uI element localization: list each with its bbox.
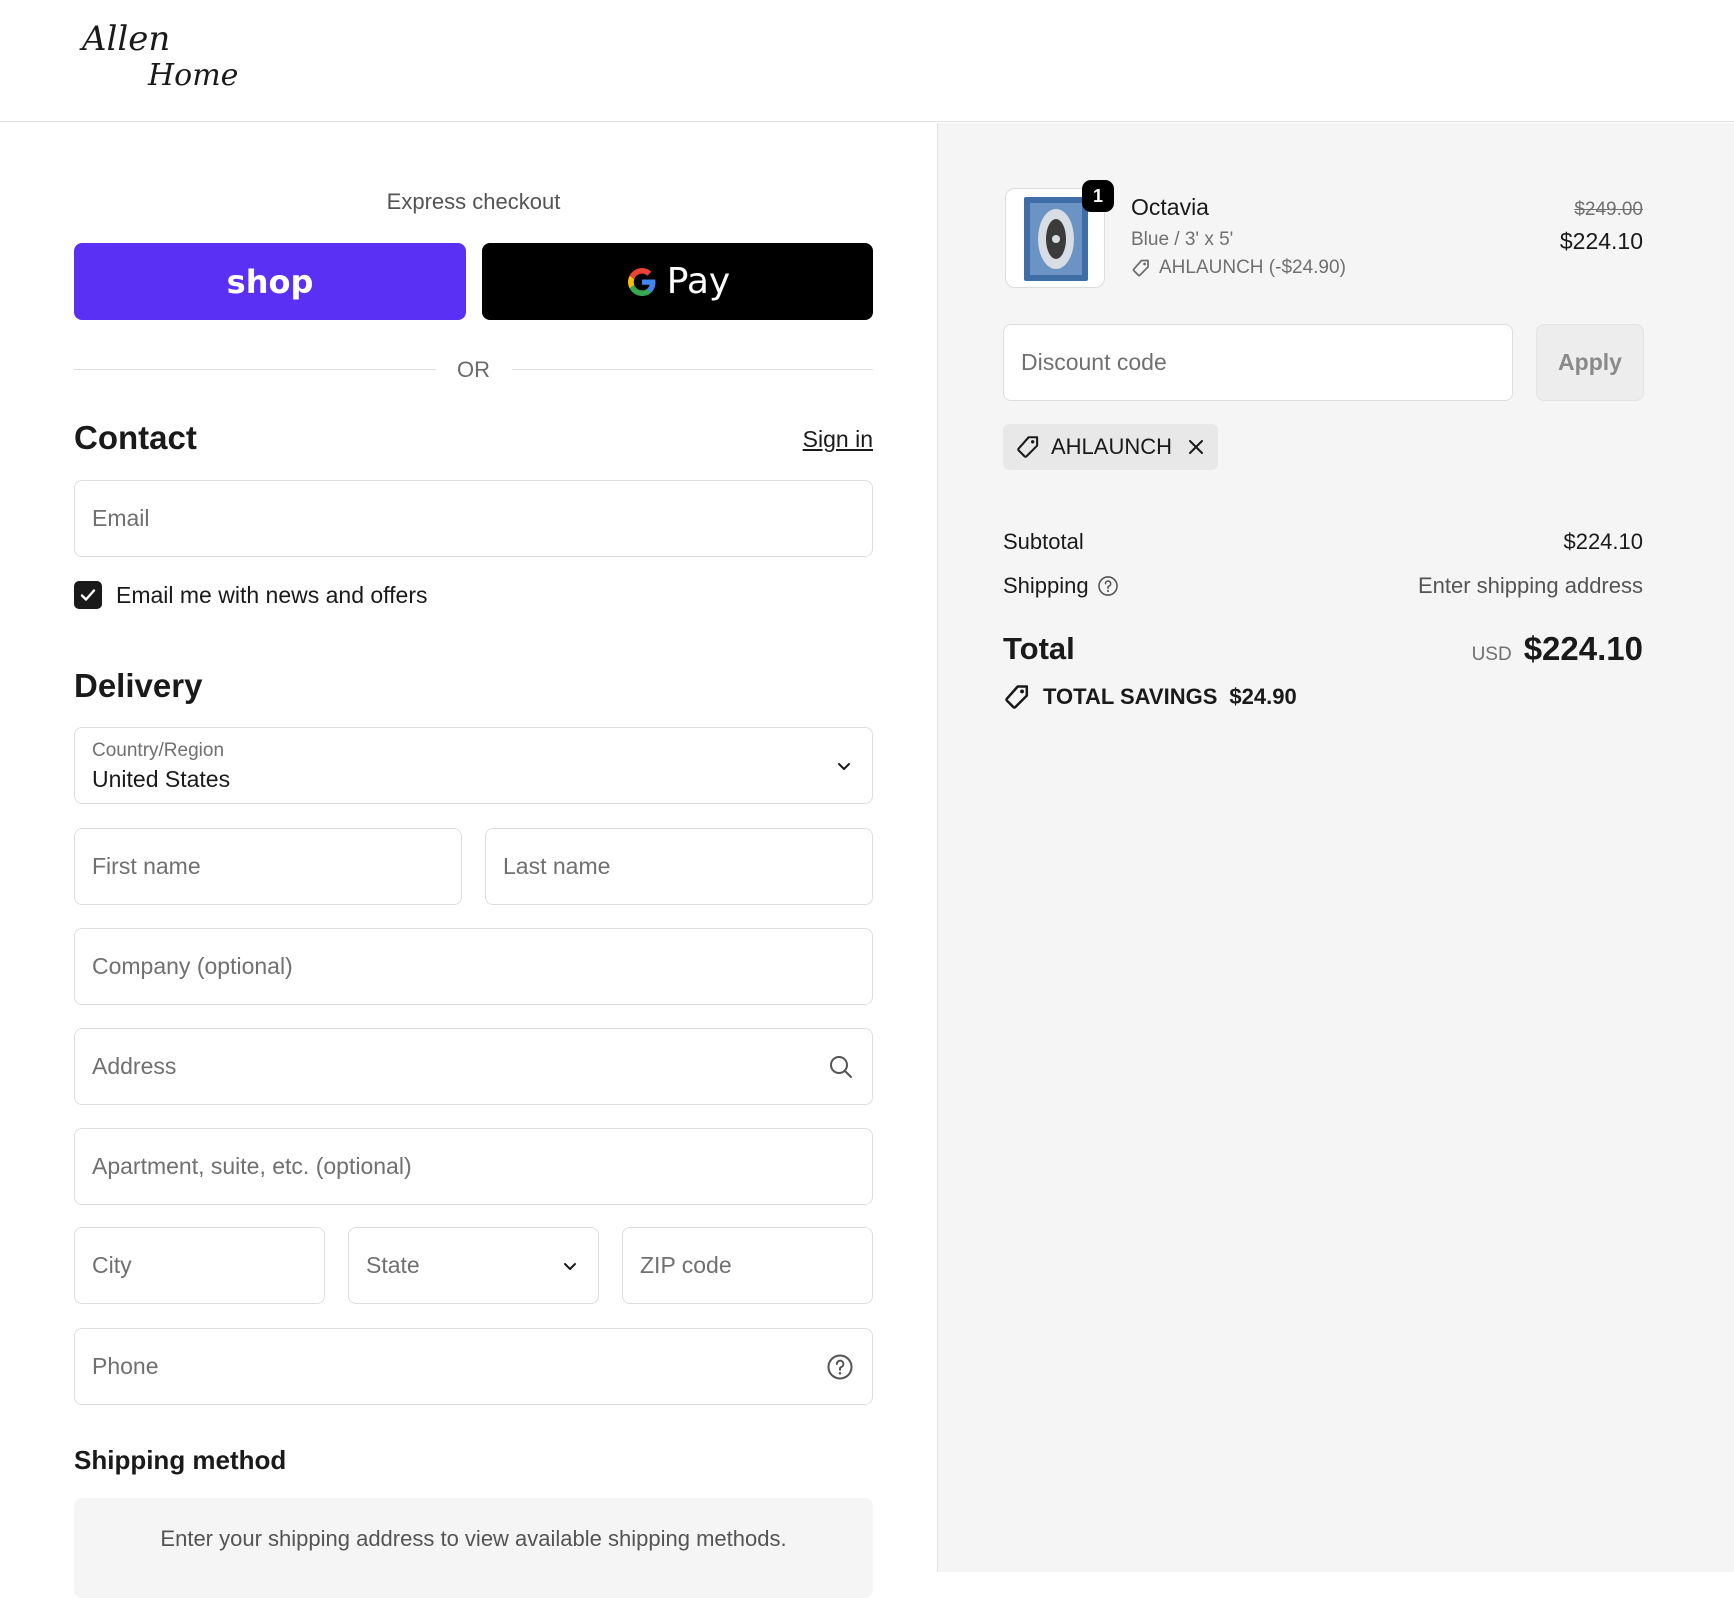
total-amount: $224.10 bbox=[1523, 630, 1643, 667]
last-name-placeholder: Last name bbox=[503, 853, 611, 879]
help-icon[interactable] bbox=[1097, 575, 1119, 597]
apartment-placeholder: Apartment, suite, etc. (optional) bbox=[92, 1153, 412, 1179]
brand-logo[interactable]: Allen Home bbox=[74, 10, 244, 100]
total-label: Total bbox=[1003, 631, 1075, 666]
google-pay-label: Pay bbox=[666, 261, 731, 302]
savings-label: TOTAL SAVINGS bbox=[1043, 684, 1218, 709]
delivery-heading: Delivery bbox=[74, 667, 203, 704]
email-placeholder: Email bbox=[92, 505, 150, 531]
country-select[interactable]: Country/Region United States bbox=[74, 727, 873, 804]
tag-icon bbox=[1132, 259, 1149, 277]
quantity-badge: 1 bbox=[1082, 180, 1114, 212]
newsletter-label: Email me with news and offers bbox=[116, 581, 428, 608]
address-placeholder: Address bbox=[92, 1053, 177, 1079]
product-variant: Blue / 3' x 5' bbox=[1131, 229, 1234, 250]
newsletter-row: Email me with news and offers bbox=[74, 581, 428, 609]
svg-text:Allen: Allen bbox=[79, 19, 170, 59]
google-pay-button[interactable]: Pay bbox=[482, 243, 873, 320]
shipping-method-heading: Shipping method bbox=[74, 1445, 287, 1475]
google-g-icon bbox=[627, 267, 656, 296]
first-name-placeholder: First name bbox=[92, 853, 201, 879]
zip-placeholder: ZIP code bbox=[640, 1252, 732, 1278]
express-checkout-label: Express checkout bbox=[386, 189, 561, 214]
tag-icon bbox=[1017, 436, 1039, 458]
email-field[interactable]: Email bbox=[74, 480, 873, 557]
shop-pay-button[interactable]: shop bbox=[74, 243, 466, 320]
newsletter-checkbox[interactable] bbox=[74, 581, 102, 609]
city-field[interactable]: City bbox=[74, 1227, 325, 1304]
total-value-group: USD $224.10 bbox=[1472, 630, 1643, 668]
original-price: $249.00 bbox=[1574, 199, 1643, 220]
search-icon[interactable] bbox=[828, 1054, 854, 1080]
city-placeholder: City bbox=[92, 1252, 132, 1278]
product-discount-text: AHLAUNCH (-$24.90) bbox=[1159, 257, 1346, 278]
total-savings: TOTAL SAVINGS $24.90 bbox=[1003, 683, 1297, 711]
apply-button[interactable]: Apply bbox=[1536, 324, 1644, 401]
address-field[interactable]: Address bbox=[74, 1028, 873, 1105]
last-name-field[interactable]: Last name bbox=[485, 828, 873, 905]
order-summary: 1 Octavia Blue / 3' x 5' AHLAUNCH (-$24.… bbox=[937, 123, 1734, 1572]
or-divider-text: OR bbox=[457, 357, 490, 382]
state-placeholder: State bbox=[366, 1252, 420, 1278]
first-name-field[interactable]: First name bbox=[74, 828, 462, 905]
remove-discount-button[interactable] bbox=[1186, 437, 1206, 457]
state-select[interactable]: State bbox=[348, 1227, 599, 1304]
chevron-down-icon bbox=[564, 1262, 576, 1270]
shipping-label: Shipping bbox=[1003, 573, 1089, 598]
shop-pay-label: shop bbox=[226, 262, 314, 301]
discount-code-placeholder: Discount code bbox=[1021, 349, 1167, 375]
company-field[interactable]: Company (optional) bbox=[74, 928, 873, 1005]
applied-discount-chip: AHLAUNCH bbox=[1003, 424, 1219, 470]
phone-field[interactable]: Phone bbox=[74, 1328, 873, 1405]
company-placeholder: Company (optional) bbox=[92, 953, 293, 979]
country-label: Country/Region bbox=[92, 740, 225, 761]
apartment-field[interactable]: Apartment, suite, etc. (optional) bbox=[74, 1128, 873, 1205]
shipping-method-info: Enter your shipping address to view avai… bbox=[74, 1498, 873, 1598]
tag-icon bbox=[1005, 685, 1029, 709]
applied-code-text: AHLAUNCH bbox=[1051, 434, 1173, 459]
subtotal-value: $224.10 bbox=[1563, 529, 1643, 554]
svg-text:Home: Home bbox=[147, 58, 238, 93]
chevron-down-icon bbox=[838, 762, 850, 770]
product-discount: AHLAUNCH (-$24.90) bbox=[1131, 257, 1346, 279]
zip-field[interactable]: ZIP code bbox=[622, 1227, 873, 1304]
shipping-value: Enter shipping address bbox=[1417, 573, 1643, 598]
discounted-price: $224.10 bbox=[1559, 228, 1643, 254]
subtotal-label: Subtotal bbox=[1003, 529, 1084, 554]
close-icon bbox=[1189, 440, 1204, 454]
checkout-form: Express checkout shop Pay OR Contact Sig… bbox=[0, 123, 937, 1598]
product-name: Octavia bbox=[1131, 194, 1209, 220]
sign-in-link[interactable]: Sign in bbox=[803, 426, 873, 453]
discount-code-field[interactable]: Discount code bbox=[1003, 324, 1513, 401]
country-value: United States bbox=[92, 766, 231, 792]
shipping-row: Shipping bbox=[1003, 573, 1119, 599]
header: Allen Home bbox=[0, 0, 1734, 122]
checkmark-icon bbox=[80, 589, 96, 601]
phone-placeholder: Phone bbox=[92, 1353, 159, 1379]
currency-code: USD bbox=[1471, 644, 1512, 665]
savings-value: $24.90 bbox=[1229, 684, 1297, 709]
contact-heading: Contact bbox=[74, 419, 197, 456]
help-icon[interactable] bbox=[826, 1353, 854, 1381]
